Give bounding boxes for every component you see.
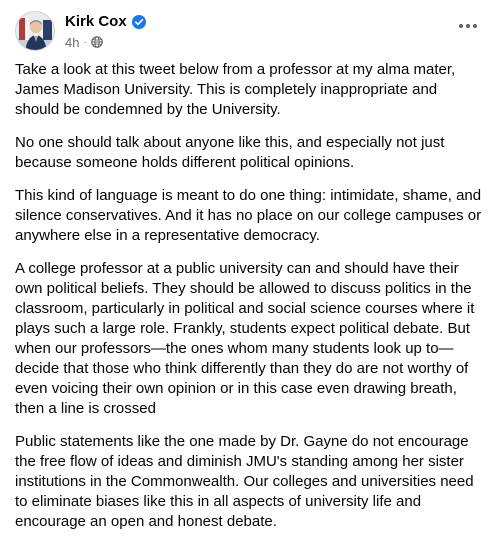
post-meta: 4h · [65, 33, 146, 51]
author-name[interactable]: Kirk Cox [65, 12, 127, 32]
post-paragraph: Public statements like the one made by D… [15, 433, 474, 530]
post-paragraph: This kind of language is meant to do one… [15, 187, 482, 244]
post-body: Take a look at this tweet below from a p… [15, 60, 485, 545]
avatar[interactable] [15, 11, 55, 51]
post-paragraph: A college professor at a public universi… [15, 260, 475, 417]
verified-badge-icon [131, 15, 146, 29]
post-header: Kirk Cox 4h · [15, 11, 482, 53]
post-timestamp[interactable]: 4h [65, 35, 79, 50]
facebook-post: Kirk Cox 4h · Take a look at this tweet … [0, 0, 497, 530]
more-options-icon[interactable] [454, 15, 482, 37]
globe-icon[interactable] [91, 36, 103, 48]
author-block: Kirk Cox 4h · [65, 12, 146, 51]
author-row: Kirk Cox [65, 12, 146, 32]
post-paragraph: No one should talk about anyone like thi… [15, 134, 445, 171]
meta-separator: · [83, 36, 87, 48]
post-paragraph: Take a look at this tweet below from a p… [15, 61, 456, 118]
avatar-photo [16, 12, 54, 50]
